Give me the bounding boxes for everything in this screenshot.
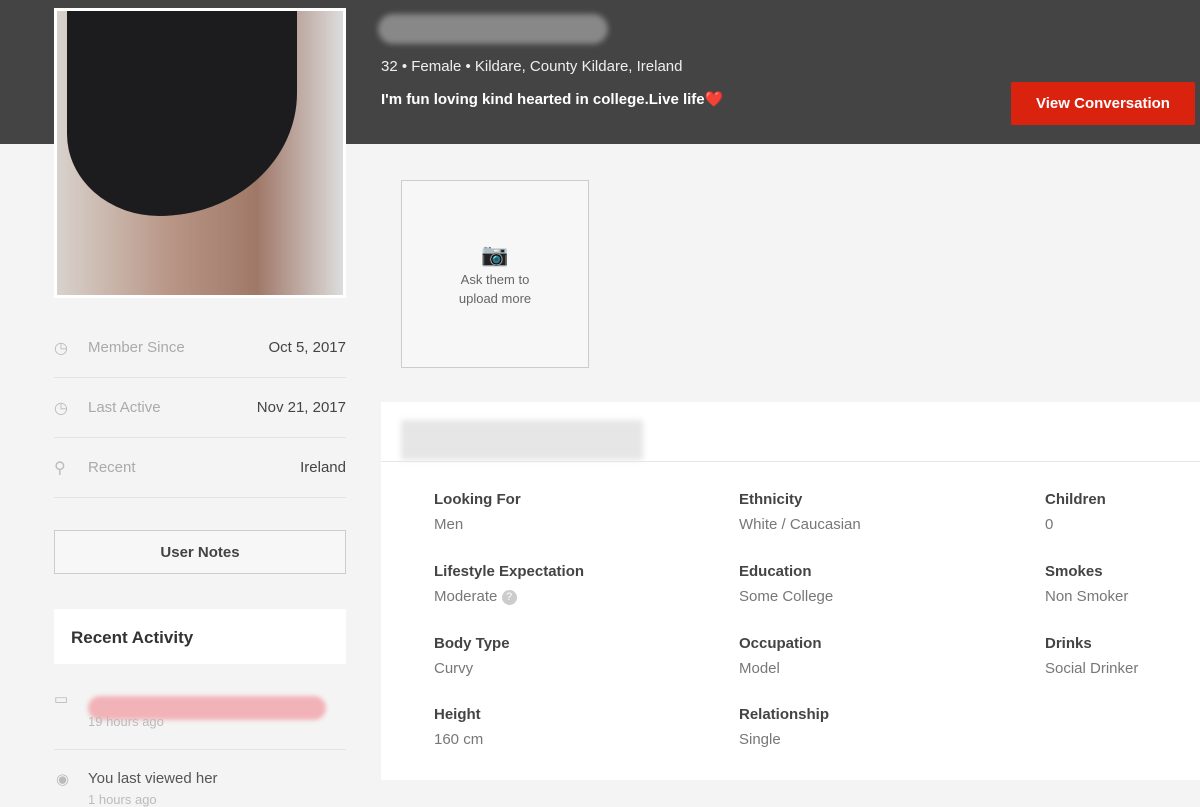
detail-looking-for: Looking For Men [434, 491, 521, 533]
user-notes-button[interactable]: User Notes [54, 530, 346, 574]
profile-details-card: Looking For Men Ethnicity White / Caucasia… [381, 402, 1200, 780]
location-pin-icon: ⚲ [54, 459, 66, 477]
detail-body-type: Body Type Curvy [434, 635, 510, 677]
detail-lifestyle: Lifestyle Expectation Moderate ? [434, 563, 585, 605]
activity-item: ▭ 19 hours ago [54, 688, 346, 750]
detail-occupation: Occupation Model [739, 635, 822, 677]
stat-recent-location: ⚲ Recent Ireland [54, 438, 346, 498]
heart-icon: ❤️ [704, 91, 724, 108]
profile-tagline: I'm fun loving kind hearted in college.L… [381, 91, 724, 108]
stat-last-active: ◷ Last Active Nov 21, 2017 [54, 378, 346, 438]
detail-smokes: Smokes Non Smoker [1045, 563, 1129, 605]
clock-icon: ◷ [54, 339, 68, 357]
detail-height: Height 160 cm [434, 706, 484, 748]
ask-upload-more-button[interactable]: 📷 Ask them to upload more [401, 180, 589, 368]
detail-drinks: Drinks Social Drinker [1045, 635, 1139, 677]
eye-icon: ◉ [56, 771, 70, 788]
stat-member-since: ◷ Member Since Oct 5, 2017 [54, 318, 346, 378]
detail-relationship: Relationship Single [739, 706, 830, 748]
redacted-card-title [401, 420, 643, 460]
detail-education: Education Some College [739, 563, 834, 605]
profile-photo[interactable] [54, 8, 346, 298]
detail-ethnicity: Ethnicity White / Caucasian [739, 491, 861, 533]
redacted-name [378, 14, 608, 44]
clock-icon: ◷ [54, 399, 68, 417]
recent-activity-title: Recent Activity [54, 609, 346, 664]
camera-add-icon: 📷 [481, 242, 509, 267]
help-icon[interactable]: ? [501, 589, 517, 605]
detail-children: Children 0 [1045, 491, 1106, 533]
profile-meta: 32 • Female • Kildare, County Kildare, I… [381, 58, 683, 75]
view-conversation-button[interactable]: View Conversation [1011, 82, 1195, 125]
message-icon: ▭ [54, 691, 69, 708]
